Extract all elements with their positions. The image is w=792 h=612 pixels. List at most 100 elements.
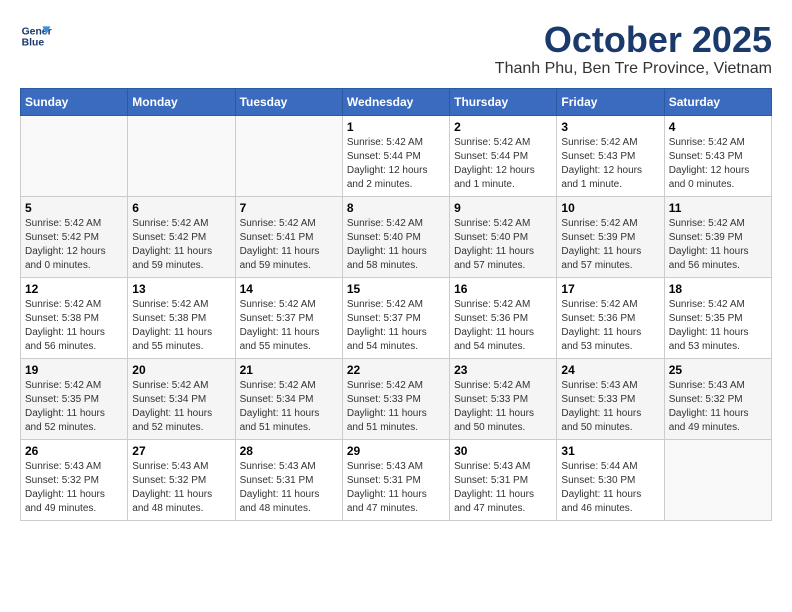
month-title: October 2025: [495, 20, 772, 60]
day-number: 7: [240, 201, 338, 215]
calendar-cell: 25 Sunrise: 5:43 AM Sunset: 5:32 PM Dayli…: [664, 358, 771, 439]
day-number: 18: [669, 282, 767, 296]
day-info: Sunrise: 5:42 AM Sunset: 5:33 PM Dayligh…: [454, 379, 552, 435]
page-header: General Blue October 2025 Thanh Phu, Ben…: [20, 20, 772, 78]
calendar-cell: 17Sunrise: 5:42 AM Sunset: 5:36 PM Dayli…: [557, 277, 664, 358]
day-number: 14: [240, 282, 338, 296]
calendar-cell: 5 Sunrise: 5:42 AM Sunset: 5:42 PM Daylig…: [21, 196, 128, 277]
calendar-week-row: 12Sunrise: 5:42 AM Sunset: 5:38 PM Dayli…: [21, 277, 772, 358]
day-info: Sunrise: 5:42 AM Sunset: 5:34 PM Dayligh…: [132, 379, 230, 435]
day-info: Sunrise: 5:43 AM Sunset: 5:31 PM Dayligh…: [454, 460, 552, 516]
calendar-cell: 10 Sunrise: 5:42 AM Sunset: 5:39 PM Dayli…: [557, 196, 664, 277]
calendar-cell: [664, 439, 771, 520]
day-info: Sunrise: 5:42 AM Sunset: 5:38 PM Dayligh…: [25, 298, 123, 354]
day-info: Sunrise: 5:42 AM Sunset: 5:34 PM Dayligh…: [240, 379, 338, 435]
day-info: Sunrise: 5:43 AM Sunset: 5:32 PM Dayligh…: [669, 379, 767, 435]
day-number: 6: [132, 201, 230, 215]
day-number: 29: [347, 444, 445, 458]
day-of-week-header: Friday: [557, 88, 664, 115]
day-number: 16: [454, 282, 552, 296]
calendar-cell: 15 Sunrise: 5:42 AM Sunset: 5:37 PM Dayli…: [342, 277, 449, 358]
day-number: 20: [132, 363, 230, 377]
calendar-week-row: 1 Sunrise: 5:42 AM Sunset: 5:44 PM Daylig…: [21, 115, 772, 196]
calendar-cell: 21 Sunrise: 5:42 AM Sunset: 5:34 PM Dayli…: [235, 358, 342, 439]
day-number: 2: [454, 120, 552, 134]
calendar-cell: 23 Sunrise: 5:42 AM Sunset: 5:33 PM Dayli…: [450, 358, 557, 439]
day-info: Sunrise: 5:42 AM Sunset: 5:42 PM Dayligh…: [25, 217, 123, 273]
calendar-table: SundayMondayTuesdayWednesdayThursdayFrid…: [20, 88, 772, 521]
day-info: Sunrise: 5:42 AM Sunset: 5:39 PM Dayligh…: [669, 217, 767, 273]
day-info: Sunrise: 5:42 AM Sunset: 5:40 PM Dayligh…: [347, 217, 445, 273]
day-number: 30: [454, 444, 552, 458]
day-of-week-header: Saturday: [664, 88, 771, 115]
calendar-cell: [21, 115, 128, 196]
day-number: 24: [561, 363, 659, 377]
day-number: 1: [347, 120, 445, 134]
calendar-cell: 22 Sunrise: 5:42 AM Sunset: 5:33 PM Dayli…: [342, 358, 449, 439]
calendar-cell: 1Sunrise: 5:42 AM Sunset: 5:44 PM Daylig…: [342, 115, 449, 196]
calendar-cell: [235, 115, 342, 196]
day-number: 28: [240, 444, 338, 458]
day-info: Sunrise: 5:42 AM Sunset: 5:36 PM Dayligh…: [561, 298, 659, 354]
calendar-cell: 2 Sunrise: 5:42 AM Sunset: 5:44 PM Daylig…: [450, 115, 557, 196]
calendar-cell: [128, 115, 235, 196]
day-number: 21: [240, 363, 338, 377]
calendar-cell: 12Sunrise: 5:42 AM Sunset: 5:38 PM Dayli…: [21, 277, 128, 358]
day-number: 4: [669, 120, 767, 134]
day-number: 11: [669, 201, 767, 215]
day-info: Sunrise: 5:42 AM Sunset: 5:37 PM Dayligh…: [240, 298, 338, 354]
calendar-cell: 11 Sunrise: 5:42 AM Sunset: 5:39 PM Dayli…: [664, 196, 771, 277]
day-number: 9: [454, 201, 552, 215]
day-number: 13: [132, 282, 230, 296]
calendar-cell: 16 Sunrise: 5:42 AM Sunset: 5:36 PM Dayli…: [450, 277, 557, 358]
calendar-cell: 4Sunrise: 5:42 AM Sunset: 5:43 PM Daylig…: [664, 115, 771, 196]
day-info: Sunrise: 5:42 AM Sunset: 5:36 PM Dayligh…: [454, 298, 552, 354]
day-number: 26: [25, 444, 123, 458]
day-info: Sunrise: 5:42 AM Sunset: 5:41 PM Dayligh…: [240, 217, 338, 273]
calendar-cell: 29Sunrise: 5:43 AM Sunset: 5:31 PM Dayli…: [342, 439, 449, 520]
calendar-week-row: 26 Sunrise: 5:43 AM Sunset: 5:32 PM Dayli…: [21, 439, 772, 520]
calendar-cell: 20 Sunrise: 5:42 AM Sunset: 5:34 PM Dayli…: [128, 358, 235, 439]
day-info: Sunrise: 5:43 AM Sunset: 5:33 PM Dayligh…: [561, 379, 659, 435]
logo-icon: General Blue: [20, 20, 52, 52]
day-info: Sunrise: 5:42 AM Sunset: 5:35 PM Dayligh…: [669, 298, 767, 354]
day-info: Sunrise: 5:42 AM Sunset: 5:33 PM Dayligh…: [347, 379, 445, 435]
day-number: 27: [132, 444, 230, 458]
day-number: 10: [561, 201, 659, 215]
calendar-cell: 24 Sunrise: 5:43 AM Sunset: 5:33 PM Dayli…: [557, 358, 664, 439]
day-number: 15: [347, 282, 445, 296]
day-info: Sunrise: 5:42 AM Sunset: 5:42 PM Dayligh…: [132, 217, 230, 273]
day-info: Sunrise: 5:42 AM Sunset: 5:38 PM Dayligh…: [132, 298, 230, 354]
days-of-week-row: SundayMondayTuesdayWednesdayThursdayFrid…: [21, 88, 772, 115]
day-info: Sunrise: 5:42 AM Sunset: 5:40 PM Dayligh…: [454, 217, 552, 273]
day-number: 23: [454, 363, 552, 377]
calendar-cell: 13 Sunrise: 5:42 AM Sunset: 5:38 PM Dayli…: [128, 277, 235, 358]
day-number: 5: [25, 201, 123, 215]
day-of-week-header: Thursday: [450, 88, 557, 115]
day-info: Sunrise: 5:42 AM Sunset: 5:35 PM Dayligh…: [25, 379, 123, 435]
svg-text:Blue: Blue: [22, 38, 45, 49]
calendar-week-row: 19Sunrise: 5:42 AM Sunset: 5:35 PM Dayli…: [21, 358, 772, 439]
day-number: 25: [669, 363, 767, 377]
day-info: Sunrise: 5:42 AM Sunset: 5:44 PM Dayligh…: [454, 136, 552, 192]
calendar-cell: 3 Sunrise: 5:42 AM Sunset: 5:43 PM Daylig…: [557, 115, 664, 196]
day-of-week-header: Sunday: [21, 88, 128, 115]
calendar-cell: 18 Sunrise: 5:42 AM Sunset: 5:35 PM Dayli…: [664, 277, 771, 358]
day-number: 8: [347, 201, 445, 215]
day-number: 22: [347, 363, 445, 377]
day-number: 3: [561, 120, 659, 134]
day-of-week-header: Monday: [128, 88, 235, 115]
calendar-cell: 6 Sunrise: 5:42 AM Sunset: 5:42 PM Daylig…: [128, 196, 235, 277]
logo: General Blue: [20, 20, 52, 52]
day-info: Sunrise: 5:42 AM Sunset: 5:37 PM Dayligh…: [347, 298, 445, 354]
title-block: October 2025 Thanh Phu, Ben Tre Province…: [495, 20, 772, 78]
day-info: Sunrise: 5:43 AM Sunset: 5:32 PM Dayligh…: [25, 460, 123, 516]
day-info: Sunrise: 5:43 AM Sunset: 5:32 PM Dayligh…: [132, 460, 230, 516]
day-info: Sunrise: 5:42 AM Sunset: 5:43 PM Dayligh…: [561, 136, 659, 192]
day-info: Sunrise: 5:42 AM Sunset: 5:39 PM Dayligh…: [561, 217, 659, 273]
day-of-week-header: Tuesday: [235, 88, 342, 115]
calendar-cell: 7 Sunrise: 5:42 AM Sunset: 5:41 PM Daylig…: [235, 196, 342, 277]
calendar-week-row: 5 Sunrise: 5:42 AM Sunset: 5:42 PM Daylig…: [21, 196, 772, 277]
day-info: Sunrise: 5:43 AM Sunset: 5:31 PM Dayligh…: [240, 460, 338, 516]
calendar-cell: 8 Sunrise: 5:42 AM Sunset: 5:40 PM Daylig…: [342, 196, 449, 277]
